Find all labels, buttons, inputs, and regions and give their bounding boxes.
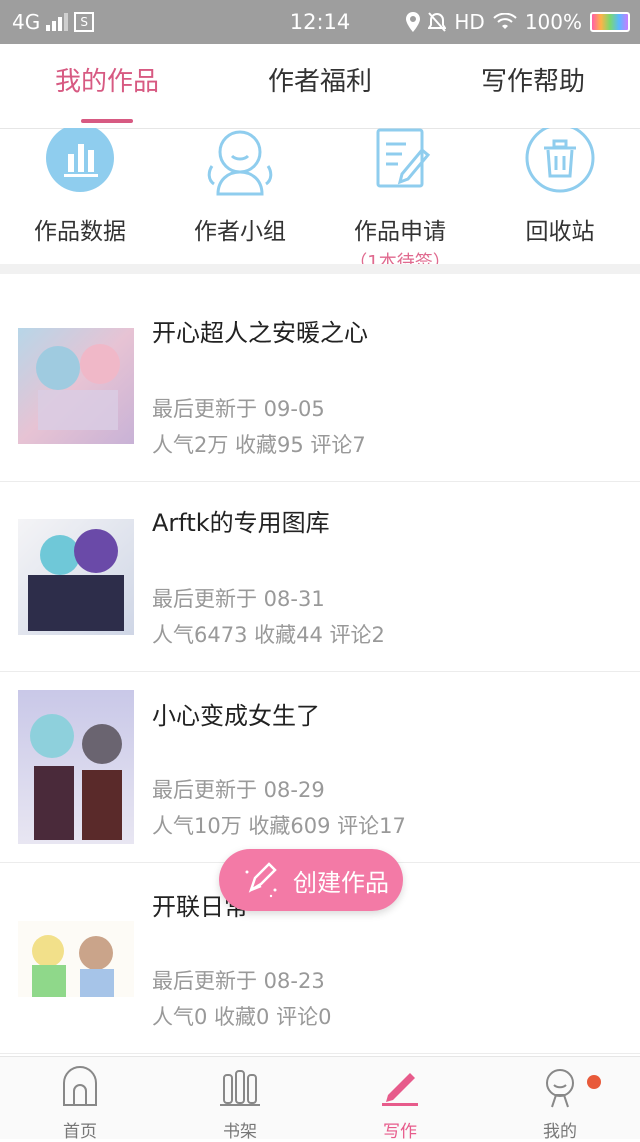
tab-author-benefits[interactable]: 作者福利 xyxy=(220,44,420,128)
quick-author-group[interactable]: 作者小组 xyxy=(160,128,320,246)
bar-chart-icon xyxy=(46,124,114,192)
nav-bookshelf[interactable]: 书架 xyxy=(160,1065,320,1142)
cover-illustration xyxy=(28,529,124,631)
work-title: 小心变成女生了 xyxy=(152,702,320,730)
status-bar: 4G S 12:14 HD 100% xyxy=(0,0,640,44)
work-updated: 最后更新于 08-31 xyxy=(152,587,325,611)
tab-writing-help[interactable]: 写作帮助 xyxy=(433,44,633,128)
pencil-icon xyxy=(245,862,277,898)
list-item[interactable]: 小心变成女生了 最后更新于 08-29 人气10万 收藏609 评论17 xyxy=(0,672,640,863)
profile-icon xyxy=(546,1069,574,1108)
pen-icon xyxy=(382,1073,418,1106)
work-cover xyxy=(18,921,134,997)
tab-my-works[interactable]: 我的作品 xyxy=(7,44,207,128)
work-stats: 人气10万 收藏609 评论17 xyxy=(152,814,406,838)
nav-label: 写作 xyxy=(383,1122,417,1142)
work-cover xyxy=(18,328,134,444)
create-work-button[interactable]: 创建作品 xyxy=(219,849,403,911)
work-cover xyxy=(18,519,134,635)
tab-active-indicator xyxy=(81,119,133,123)
bookshelf-icon xyxy=(220,1070,260,1106)
nav-label: 我的 xyxy=(543,1122,577,1142)
quick-label: 作品申请 xyxy=(354,219,446,245)
work-stats: 人气6473 收藏44 评论2 xyxy=(152,623,385,647)
battery-icon xyxy=(590,12,630,32)
cover-illustration xyxy=(30,714,122,840)
nav-me[interactable]: 我的 xyxy=(480,1065,640,1142)
trash-icon xyxy=(525,123,595,193)
quick-label: 回收站 xyxy=(525,219,595,245)
top-tabs: 我的作品 作者福利 写作帮助 xyxy=(0,44,640,129)
work-title: Arftk的专用图库 xyxy=(152,509,330,537)
hd-indicator: HD xyxy=(454,10,485,34)
list-item[interactable]: 开心超人之安暖之心 最后更新于 09-05 人气2万 收藏95 评论7 xyxy=(0,291,640,482)
nav-label: 首页 xyxy=(63,1122,97,1142)
work-cover xyxy=(18,690,134,844)
quick-label: 作者小组 xyxy=(194,219,286,245)
notification-badge xyxy=(587,1075,601,1089)
nav-label: 书架 xyxy=(223,1122,257,1142)
work-updated: 最后更新于 08-23 xyxy=(152,969,325,993)
quick-actions: 作品数据 作者小组 作品申请 （1本待签） 回收站 xyxy=(0,123,640,273)
bottom-nav: 首页 书架 写作 我的 xyxy=(0,1056,640,1142)
create-work-label: 创建作品 xyxy=(293,868,389,897)
status-right: HD 100% xyxy=(406,0,630,44)
nav-write[interactable]: 写作 xyxy=(320,1065,480,1142)
cover-illustration xyxy=(32,935,114,997)
edit-doc-icon xyxy=(376,128,431,188)
work-updated: 最后更新于 08-29 xyxy=(152,778,325,802)
section-divider xyxy=(0,264,640,274)
battery-percent: 100% xyxy=(524,10,582,34)
mute-alarm-icon xyxy=(428,12,447,32)
quick-label: 作品数据 xyxy=(34,219,126,245)
list-item[interactable]: Arftk的专用图库 最后更新于 08-31 人气6473 收藏44 评论2 xyxy=(0,481,640,672)
work-updated: 最后更新于 09-05 xyxy=(152,397,325,421)
work-stats: 人气0 收藏0 评论0 xyxy=(152,1005,332,1029)
work-title: 开心超人之安暖之心 xyxy=(152,319,368,347)
quick-work-application[interactable]: 作品申请 （1本待签） xyxy=(320,128,480,274)
location-icon xyxy=(406,12,421,32)
home-icon xyxy=(63,1066,97,1106)
nav-home[interactable]: 首页 xyxy=(0,1065,160,1142)
quick-recycle-bin[interactable]: 回收站 xyxy=(480,123,640,246)
quick-works-data[interactable]: 作品数据 xyxy=(0,124,160,246)
group-icon xyxy=(207,130,273,196)
wifi-icon xyxy=(493,13,517,29)
cover-illustration xyxy=(36,344,120,430)
work-stats: 人气2万 收藏95 评论7 xyxy=(152,433,366,457)
